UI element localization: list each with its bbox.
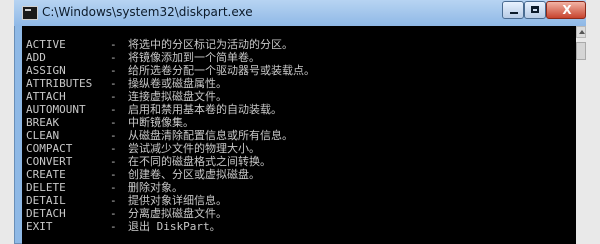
command-description: 连接虚拟磁盘文件。 [128, 90, 227, 103]
command-description: 将选中的分区标记为活动的分区。 [128, 38, 293, 51]
separator-dash: - [110, 129, 117, 142]
separator-dash: - [110, 77, 117, 90]
console-line: DETAIL - 提供对象详细信息。 [26, 194, 227, 207]
command-name: DELETE [26, 181, 66, 194]
command-description: 创建卷、分区或虚拟磁盘。 [128, 168, 260, 181]
console-line: DELETE - 删除对象。 [26, 181, 183, 194]
command-description: 删除对象。 [128, 181, 183, 194]
command-description: 操纵卷或磁盘属性。 [128, 77, 227, 90]
command-description: 尝试减少文件的物理大小。 [128, 142, 260, 155]
title-bar[interactable]: C:\Windows\system32\diskpart.exe X [14, 0, 586, 26]
command-name: CONVERT [26, 155, 73, 168]
scroll-up-icon[interactable] [576, 26, 586, 38]
separator-dash: - [110, 116, 117, 129]
window-title: C:\Windows\system32\diskpart.exe [42, 5, 253, 19]
command-name: DETACH [26, 207, 66, 220]
close-icon: X [562, 3, 572, 17]
console-line: DETACH - 分离虚拟磁盘文件。 [26, 207, 227, 220]
command-description: 分离虚拟磁盘文件。 [128, 207, 227, 220]
console-line: ACTIVE - 将选中的分区标记为活动的分区。 [26, 38, 293, 51]
separator-dash: - [110, 64, 117, 77]
console-line: BREAK - 中断镜像集。 [26, 116, 194, 129]
command-name: ATTRIBUTES [26, 77, 93, 90]
separator-dash: - [110, 168, 117, 181]
console-line: CREATE - 创建卷、分区或虚拟磁盘。 [26, 168, 260, 181]
console-output[interactable]: ACTIVE - 将选中的分区标记为活动的分区。 ADD - 将镜像添加到一个简单卷。 … [22, 26, 576, 244]
separator-dash: - [110, 155, 117, 168]
command-name: EXIT [26, 220, 53, 233]
console-line: CLEAN - 从磁盘清除配置信息或所有信息。 [26, 129, 293, 142]
maximize-icon [531, 6, 539, 13]
command-description: 给所选卷分配一个驱动器号或装载点。 [128, 64, 315, 77]
command-description: 从磁盘清除配置信息或所有信息。 [128, 129, 293, 142]
separator-dash: - [110, 194, 117, 207]
command-description: 在不同的磁盘格式之间转换。 [128, 155, 271, 168]
console-line: ATTRIBUTES - 操纵卷或磁盘属性。 [26, 77, 227, 90]
command-name: BREAK [26, 116, 60, 129]
background-left [0, 0, 14, 244]
minimize-icon [510, 12, 518, 14]
console-line: COMPACT - 尝试减少文件的物理大小。 [26, 142, 260, 155]
vertical-scrollbar[interactable] [576, 26, 586, 244]
console-line: ADD - 将镜像添加到一个简单卷。 [26, 51, 260, 64]
separator-dash: - [110, 220, 117, 233]
separator-dash: - [110, 103, 117, 116]
separator-dash: - [110, 207, 117, 220]
command-description: 将镜像添加到一个简单卷。 [128, 51, 260, 64]
command-description: 提供对象详细信息。 [128, 194, 227, 207]
console-line: ASSIGN - 给所选卷分配一个驱动器号或装载点。 [26, 64, 315, 77]
console-app-icon [22, 6, 38, 20]
command-description: 退出 DiskPart。 [128, 220, 221, 233]
command-description: 启用和禁用基本卷的自动装载。 [128, 103, 282, 116]
separator-dash: - [110, 38, 117, 51]
console-line: CONVERT - 在不同的磁盘格式之间转换。 [26, 155, 271, 168]
command-name: ASSIGN [26, 64, 66, 77]
separator-dash: - [110, 90, 117, 103]
separator-dash: - [110, 142, 117, 155]
minimize-button[interactable] [502, 1, 524, 19]
diskpart-window: C:\Windows\system32\diskpart.exe X ACTIV… [14, 0, 586, 244]
command-name: ADD [26, 51, 46, 64]
command-name: AUTOMOUNT [26, 103, 86, 116]
maximize-button[interactable] [524, 1, 546, 19]
close-button[interactable]: X [546, 1, 586, 19]
separator-dash: - [110, 181, 117, 194]
scrollbar-thumb[interactable] [576, 42, 586, 60]
console-line: AUTOMOUNT - 启用和禁用基本卷的自动装载。 [26, 103, 282, 116]
command-name: ACTIVE [26, 38, 66, 51]
console-line: EXIT - 退出 DiskPart。 [26, 220, 221, 233]
command-name: CLEAN [26, 129, 60, 142]
console-line: ATTACH - 连接虚拟磁盘文件。 [26, 90, 227, 103]
command-description: 中断镜像集。 [128, 116, 194, 129]
command-name: COMPACT [26, 142, 73, 155]
separator-dash: - [110, 51, 117, 64]
command-name: ATTACH [26, 90, 66, 103]
background-right [586, 0, 600, 244]
command-name: DETAIL [26, 194, 66, 207]
command-name: CREATE [26, 168, 66, 181]
